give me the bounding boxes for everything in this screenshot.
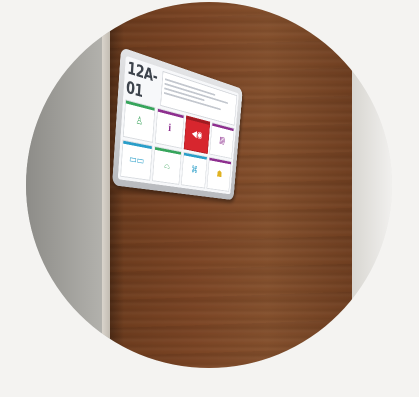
meal-icon: ⌘ [190, 164, 199, 176]
tile-button[interactable]: ℹ [154, 107, 185, 149]
tile-button[interactable]: ☗ [206, 156, 232, 192]
bed-icon: ▭▭ [128, 153, 145, 168]
wall-right [352, 2, 392, 368]
tile-button[interactable]: ♙ [122, 99, 156, 143]
tile-button[interactable]: ⌘ [180, 151, 208, 189]
photo-circle: 12A-01 ♙ ℹ ◀◉ ▤ ▭▭ ⌓ ⌘ ☗ [26, 2, 392, 368]
tile-button[interactable]: ▤ [209, 122, 235, 159]
basket-icon: ☗ [216, 169, 223, 180]
room-number: 12A-01 [125, 58, 158, 102]
info-icon: ℹ [167, 122, 172, 134]
tile-button[interactable]: ▭▭ [120, 139, 153, 181]
document-icon: ▤ [218, 135, 226, 147]
person-icon: ♙ [135, 114, 144, 128]
tile-button[interactable]: ⌓ [151, 145, 182, 185]
alarm-icon: ◀◉ [191, 128, 203, 142]
tile-button[interactable]: ◀◉ [183, 115, 211, 155]
toilet-icon: ⌓ [163, 159, 171, 172]
